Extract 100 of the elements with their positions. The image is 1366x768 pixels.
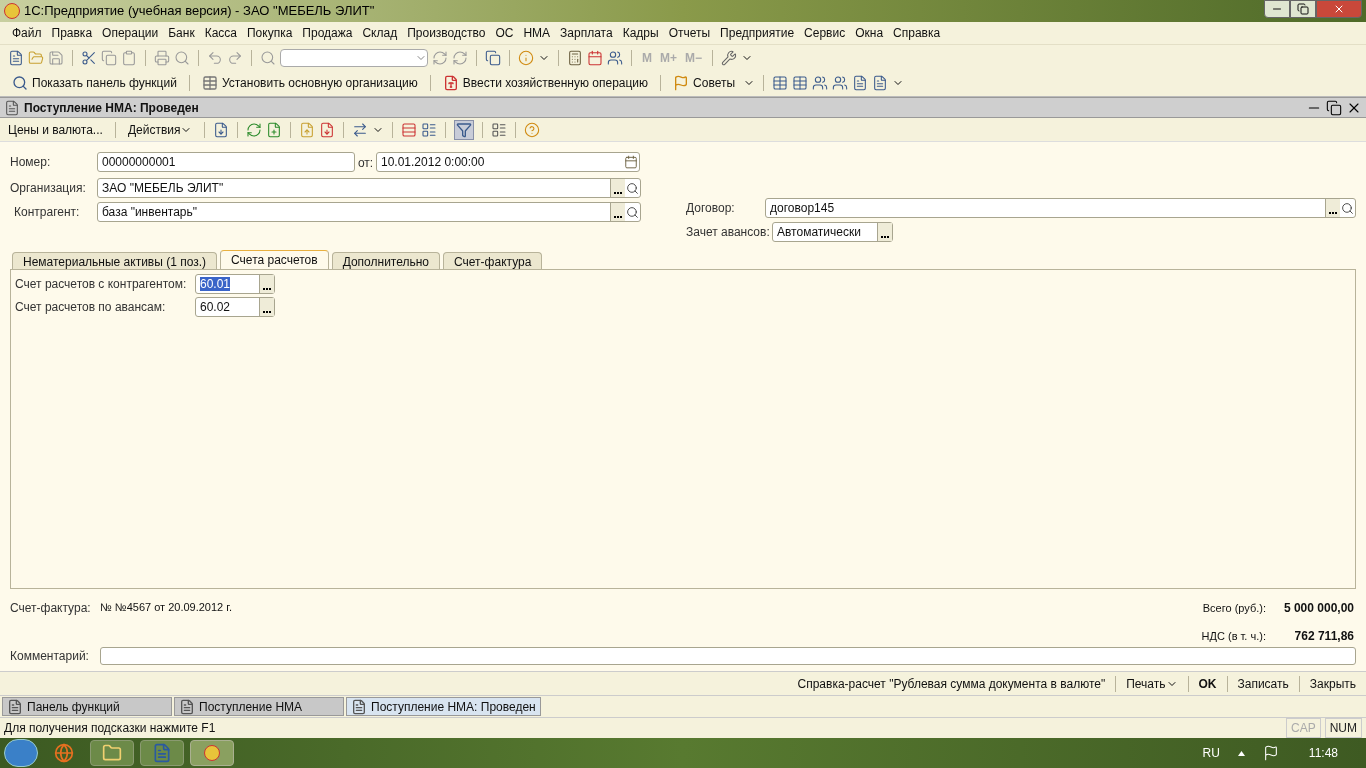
folder-icon[interactable]	[28, 49, 44, 66]
wrench-icon[interactable]	[721, 49, 738, 66]
form-button[interactable]: Закрыть	[1307, 674, 1358, 693]
find-previous-icon[interactable]	[452, 49, 468, 66]
menu-item[interactable]: Правка	[51, 24, 93, 42]
text-field[interactable]: 00000000001	[97, 152, 355, 172]
text-field[interactable]: Автоматически	[772, 222, 893, 242]
list-icon[interactable]	[421, 121, 438, 138]
document-icon[interactable]	[7, 698, 23, 715]
cut-icon[interactable]	[81, 49, 97, 66]
restore-button[interactable]	[1290, 0, 1316, 18]
document-icon[interactable]	[179, 698, 195, 715]
menu-item[interactable]: Покупка	[247, 24, 293, 42]
word-button[interactable]	[140, 740, 184, 766]
ledger-icon[interactable]	[401, 121, 418, 138]
ellipsis-button[interactable]	[610, 179, 625, 197]
help-icon[interactable]	[524, 121, 541, 138]
menu-item[interactable]: Предприятие	[720, 24, 795, 42]
menu-item[interactable]: Производство	[407, 24, 486, 42]
search-icon[interactable]	[626, 205, 639, 219]
document-icon[interactable]	[351, 698, 367, 715]
tab[interactable]: Счета расчетов	[220, 250, 329, 269]
toolbar-button[interactable]: Установить основную организацию	[197, 74, 422, 92]
menu-item[interactable]: Справка	[893, 24, 941, 42]
menu-item[interactable]: Отчеты	[668, 24, 711, 42]
menu-item[interactable]: Продажа	[302, 24, 353, 42]
window-tab[interactable]: Поступление НМА	[174, 697, 344, 716]
report-icon[interactable]	[852, 75, 869, 91]
list-icon[interactable]	[491, 121, 508, 138]
text-field[interactable]: договор145	[765, 198, 1356, 218]
menu-item[interactable]: Зарплата	[560, 24, 613, 42]
paste-icon[interactable]	[121, 49, 137, 66]
calculator-icon[interactable]	[567, 49, 583, 66]
language-indicator[interactable]: RU	[1202, 744, 1220, 762]
find-next-icon[interactable]	[432, 49, 448, 66]
printer-icon[interactable]	[154, 49, 170, 66]
ellipsis-button[interactable]	[259, 275, 274, 293]
form-button[interactable]: OK	[1196, 674, 1219, 693]
app-logo-icon[interactable]	[204, 745, 220, 761]
document-add-icon[interactable]	[266, 121, 283, 138]
calendar-icon[interactable]	[624, 155, 638, 169]
info-icon[interactable]	[518, 49, 534, 66]
search-icon[interactable]	[626, 181, 639, 195]
table-icon[interactable]	[772, 75, 789, 91]
start-button[interactable]	[4, 739, 38, 767]
users-icon[interactable]	[832, 75, 849, 91]
redo-icon[interactable]	[227, 49, 243, 66]
menu-item[interactable]: Окна	[855, 24, 884, 42]
ellipsis-button[interactable]	[877, 223, 892, 241]
tab[interactable]: Дополнительно	[331, 252, 441, 269]
toolbar-button[interactable]: Действия	[123, 120, 197, 139]
globe-icon[interactable]	[54, 743, 74, 763]
unpost-icon[interactable]	[319, 121, 336, 138]
window-tab[interactable]: Поступление НМА: Проведен	[346, 697, 541, 716]
form-button[interactable]: Печать	[1124, 674, 1180, 693]
folder-icon[interactable]	[102, 743, 122, 763]
search-combo[interactable]	[280, 48, 428, 67]
flag-icon[interactable]	[1262, 745, 1279, 761]
calendar-icon[interactable]	[587, 49, 603, 66]
invoice-link[interactable]: № №4567 от 20.09.2012 г.	[100, 599, 232, 616]
menu-item[interactable]: Касса	[204, 24, 237, 42]
toolbar-button[interactable]: Показать панель функций	[8, 74, 181, 92]
ellipsis-button[interactable]	[610, 203, 625, 221]
text-field[interactable]: ЗАО "МЕБЕЛЬ ЭЛИТ"	[97, 178, 641, 198]
search-icon[interactable]	[12, 75, 28, 91]
document-icon[interactable]	[442, 75, 459, 91]
text-field[interactable]: база "инвентарь"	[97, 202, 641, 222]
ellipsis-button[interactable]	[1325, 199, 1340, 217]
preview-icon[interactable]	[174, 49, 190, 66]
form-button[interactable]: Справка-расчет "Рублевая сумма документа в валюте"	[795, 674, 1108, 693]
menu-item[interactable]: ОС	[495, 24, 514, 42]
refresh-icon[interactable]	[246, 121, 263, 138]
document-icon[interactable]	[213, 121, 230, 138]
explorer-button[interactable]	[90, 740, 134, 766]
undo-icon[interactable]	[207, 49, 223, 66]
menu-item[interactable]: Сервис	[804, 24, 846, 42]
windows-icon[interactable]	[485, 49, 501, 66]
post-icon[interactable]	[299, 121, 316, 138]
arrow-icon[interactable]	[352, 121, 369, 138]
toolbar-button[interactable]: Ввести хозяйственную операцию	[438, 74, 653, 92]
toolbar-button[interactable]: Советы	[669, 74, 740, 92]
tray-arrow-icon[interactable]	[1237, 750, 1245, 756]
users-icon[interactable]	[812, 75, 829, 91]
menu-item[interactable]: Кадры	[622, 24, 659, 42]
app-button[interactable]	[190, 740, 234, 766]
menu-item[interactable]: Операции	[102, 24, 159, 42]
toolbar-button[interactable]: Цены и валюта...	[4, 120, 107, 139]
menu-item[interactable]: Склад	[362, 24, 398, 42]
text-field[interactable]: 60.02	[195, 297, 275, 317]
new-document-icon[interactable]	[8, 49, 24, 66]
minimize-button[interactable]	[1264, 0, 1290, 18]
text-field[interactable]: 10.01.2012 0:00:00	[376, 152, 640, 172]
users-icon[interactable]	[607, 49, 623, 66]
window-tab[interactable]: Панель функций	[2, 697, 172, 716]
menu-item[interactable]: НМА	[523, 24, 551, 42]
menu-item[interactable]: Файл	[12, 24, 42, 42]
tab[interactable]: Счет-фактура	[443, 252, 543, 269]
form-button[interactable]: Записать	[1235, 674, 1291, 693]
comment-field[interactable]	[100, 647, 1356, 665]
search-icon[interactable]	[1341, 201, 1354, 215]
